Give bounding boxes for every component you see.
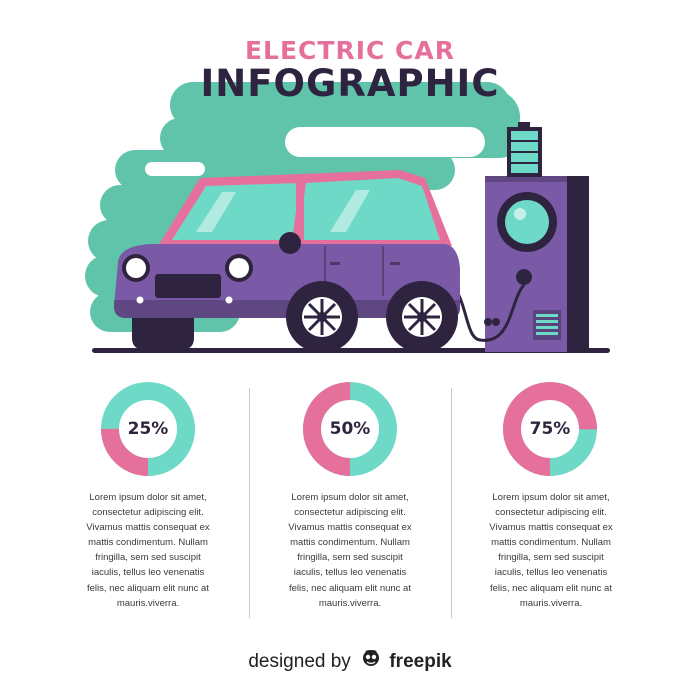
freepik-brand-text: freepik [389,651,452,673]
column-divider-1 [249,388,250,618]
percent-label-2: 50% [329,419,371,439]
title-line-2: INFOGRAPHIC [200,62,500,105]
donut-chart-3: 75% [502,381,598,477]
percent-label-3: 75% [529,419,571,439]
title-line-1: ELECTRIC CAR [244,36,456,65]
footer-credit: designed by freepik [0,647,700,677]
freepik-logo-icon [361,647,381,673]
percent-label-1: 25% [127,419,169,439]
donut-chart-2: 50% [302,381,398,477]
stat-description-2: Lorem ipsum dolor sit amet, consectetur … [288,492,412,609]
stat-description-1: Lorem ipsum dolor sit amet, consectetur … [86,492,210,609]
designed-by-text: designed by [248,651,351,673]
charging-station-icon [485,176,589,352]
battery-icon [507,122,542,177]
stat-description-3: Lorem ipsum dolor sit amet, consectetur … [489,492,613,609]
donut-chart-1: 25% [100,381,196,477]
column-divider-2 [451,388,452,618]
